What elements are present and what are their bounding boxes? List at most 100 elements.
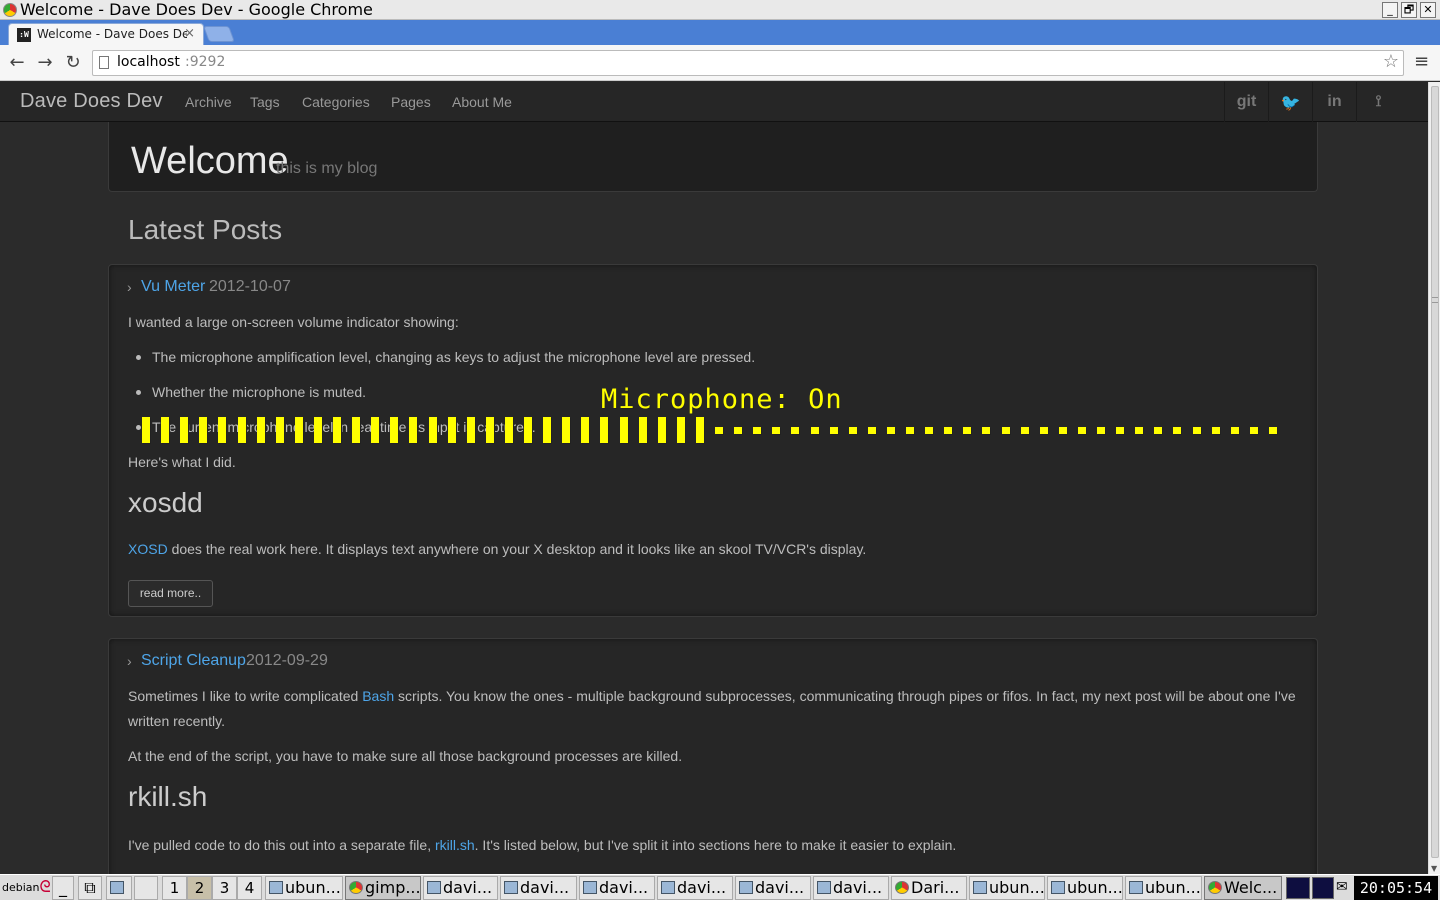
nav-categories[interactable]: Categories — [302, 94, 370, 110]
rkill-link[interactable]: rkill.sh — [435, 837, 475, 853]
post-paragraph: XOSD does the real work here. It display… — [128, 541, 867, 557]
post-intro: I wanted a large on-screen volume indica… — [128, 314, 459, 330]
scrollbar-grip — [1432, 297, 1438, 303]
tab-close-icon[interactable]: × — [184, 26, 195, 41]
taskbar-task-button[interactable]: davi... — [813, 876, 889, 900]
tab-strip: :W Welcome - Dave Does Dev × — [0, 20, 1440, 45]
site-brand[interactable]: Dave Does Dev — [20, 90, 163, 113]
hero-tagline: this is my blog — [276, 160, 378, 177]
page-viewport[interactable]: Dave Does Dev Archive Tags Categories Pa… — [0, 82, 1428, 874]
browser-toolbar: ← → ↻ localhost :9292 ☆ ≡ — [0, 45, 1440, 81]
taskbar-task-button[interactable]: Dari... — [891, 876, 967, 900]
post-date: 2012-09-29 — [246, 652, 328, 669]
start-menu-button[interactable]: debianᘓ — [2, 877, 51, 897]
taskbar-task-button[interactable]: davi... — [579, 876, 655, 900]
taskbar-task-label: ubun... — [1067, 878, 1123, 897]
taskbar-task-button[interactable]: davi... — [423, 876, 498, 900]
page-scrollbar[interactable]: ▼ — [1428, 82, 1440, 874]
close-window-button[interactable]: ✕ — [1420, 2, 1436, 18]
window-titlebar[interactable]: Welcome - Dave Does Dev - Google Chrome … — [0, 0, 1440, 20]
taskbar-task-label: davi... — [755, 878, 805, 897]
desktop-3[interactable]: 3 — [212, 876, 237, 900]
chrome-icon — [349, 881, 363, 894]
restore-button[interactable]: 🗗 — [1401, 2, 1417, 18]
twitter-icon[interactable]: 🐦 — [1268, 82, 1312, 122]
post-bullet-list: The microphone amplification level, chan… — [128, 345, 1297, 440]
taskbar-task-button[interactable]: davi... — [657, 876, 733, 900]
scroll-down-icon[interactable]: ▼ — [1431, 864, 1437, 873]
chrome-icon — [1208, 881, 1222, 894]
git-icon[interactable]: git — [1224, 82, 1268, 122]
reload-button[interactable]: ↻ — [63, 53, 83, 73]
window-list-icon[interactable]: ⧉ — [78, 876, 102, 900]
taskbar-task-button[interactable]: davi... — [735, 876, 811, 900]
post-card: › Vu Meter 2012-10-07 I wanted a large o… — [108, 264, 1318, 617]
minimize-all-icon[interactable]: _ — [52, 876, 74, 900]
list-item: Whether the microphone is muted. — [128, 380, 1297, 405]
taskbar-task-button[interactable]: ubun... — [969, 876, 1045, 900]
taskbar-task-label: gimp... — [365, 878, 421, 897]
terminal-icon — [739, 881, 753, 894]
post-title-link[interactable]: Vu Meter — [141, 278, 205, 296]
rss-icon[interactable]: ⟟ — [1356, 82, 1400, 122]
terminal-icon — [817, 881, 831, 894]
desktop-1[interactable]: 1 — [162, 876, 187, 900]
taskbar-task-label: ubun... — [285, 878, 341, 897]
post-paragraph: Sometimes I like to write complicated Ba… — [128, 688, 1296, 729]
chrome-menu-icon[interactable]: ≡ — [1414, 53, 1430, 71]
taskbar-task-button[interactable]: ubun... — [1047, 876, 1123, 900]
scrollbar-thumb[interactable] — [1431, 86, 1439, 858]
xosd-link[interactable]: XOSD — [128, 541, 168, 557]
nav-about-me[interactable]: About Me — [452, 94, 512, 110]
taskbar-task-label: ubun... — [1145, 878, 1201, 897]
taskbar-task-label: Welc... — [1224, 878, 1278, 897]
taskbar-task-label: ubun... — [989, 878, 1045, 897]
taskbar-task-button[interactable]: davi... — [500, 876, 577, 900]
post-title-link[interactable]: Script Cleanup — [141, 652, 246, 670]
post-date: 2012-10-07 — [209, 278, 291, 295]
nav-tags[interactable]: Tags — [250, 94, 280, 110]
taskbar-task-label: davi... — [677, 878, 727, 897]
post-paragraph: At the end of the script, you have to ma… — [128, 748, 683, 764]
list-item: The current microphone level in real-tim… — [128, 415, 1297, 440]
blank-launcher[interactable] — [134, 876, 158, 900]
page-icon — [99, 56, 109, 69]
forward-button[interactable]: → — [35, 53, 55, 73]
taskbar-task-button[interactable]: gimp... — [345, 876, 421, 900]
nav-pages[interactable]: Pages — [391, 94, 431, 110]
taskbar-task-label: davi... — [520, 878, 570, 897]
new-tab-button[interactable] — [203, 26, 235, 42]
address-bar[interactable]: localhost :9292 ☆ — [92, 50, 1404, 76]
mail-icon[interactable]: ✉ — [1336, 879, 1348, 895]
chrome-icon — [3, 3, 17, 17]
tab-title: Welcome - Dave Does Dev — [37, 27, 187, 41]
site-navbar: Dave Does Dev Archive Tags Categories Pa… — [0, 82, 1428, 122]
minimize-button[interactable]: _ — [1382, 2, 1398, 18]
post-section-heading: xosdd — [128, 487, 203, 518]
site-favicon-icon: :W — [17, 28, 31, 42]
terminal-icon — [427, 881, 441, 894]
taskbar-task-label: davi... — [443, 878, 493, 897]
tab-welcome[interactable]: :W Welcome - Dave Does Dev × — [8, 23, 204, 45]
nav-archive[interactable]: Archive — [185, 94, 232, 110]
taskbar-task-button[interactable]: ubun... — [1125, 876, 1202, 900]
chevron-right-icon: › — [127, 653, 132, 669]
desktop-2[interactable]: 2 — [187, 876, 212, 900]
read-more-button[interactable]: read more.. — [128, 580, 213, 607]
taskbar-task-button[interactable]: ubun... — [265, 876, 343, 900]
taskbar-task-label: davi... — [833, 878, 883, 897]
post-card: › Script Cleanup 2012-09-29 Sometimes I … — [108, 638, 1318, 874]
terminal-launcher-icon[interactable] — [106, 876, 132, 900]
bookmark-star-icon[interactable]: ☆ — [1383, 51, 1399, 72]
terminal-icon — [583, 881, 597, 894]
desktop-4[interactable]: 4 — [237, 876, 262, 900]
back-button[interactable]: ← — [7, 53, 27, 73]
bash-link[interactable]: Bash — [362, 688, 394, 704]
taskbar-task-label: Dari... — [911, 878, 960, 897]
taskbar-task-label: davi... — [599, 878, 649, 897]
desktop-taskbar: debianᘓ _ ⧉ 1 2 3 4 ubun... gimp... davi..… — [0, 874, 1440, 900]
linkedin-icon[interactable]: in — [1312, 82, 1356, 122]
taskbar-task-button[interactable]: Welc... — [1204, 876, 1282, 900]
chevron-right-icon: › — [127, 279, 132, 295]
hero-unit: Welcome this is my blog — [108, 122, 1318, 192]
